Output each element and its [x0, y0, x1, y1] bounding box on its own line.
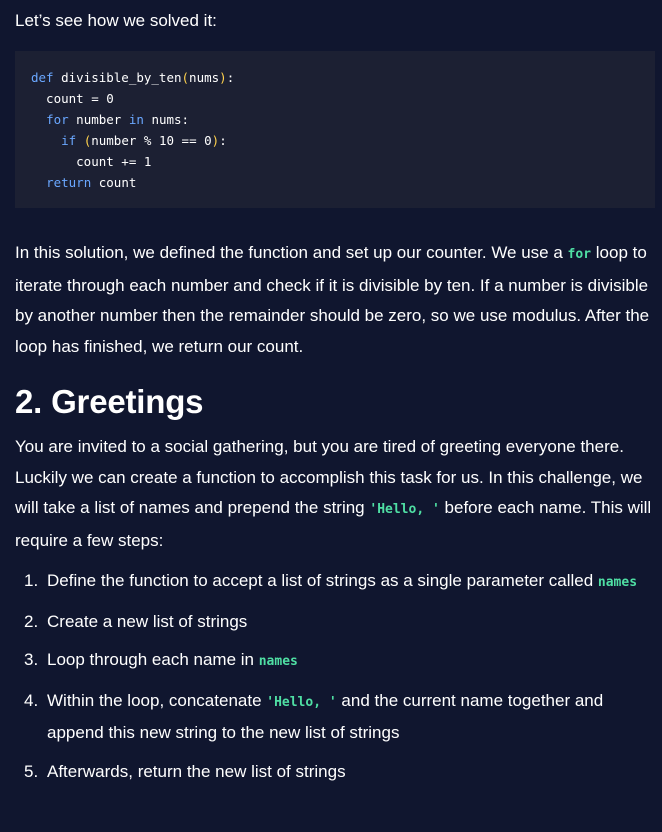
code-for-mid: number: [68, 112, 129, 127]
code-for-end: nums:: [143, 112, 190, 127]
code-line-6: return count: [31, 172, 655, 193]
code-block: def divisible_by_ten(nums): count = 0 fo…: [15, 51, 655, 208]
code-line-4: if (number % 10 == 0):: [31, 130, 655, 151]
code-keyword-def: def: [31, 70, 54, 85]
inline-code-names: names: [597, 575, 638, 590]
code-return-val: count: [91, 175, 137, 190]
code-param: nums: [189, 70, 220, 85]
steps-list: 1. Define the function to accept a list o…: [15, 566, 655, 787]
code-line-2: count = 0: [31, 91, 114, 106]
code-line-5: count += 1: [31, 154, 152, 169]
article: Let’s see how we solved it: def divisibl…: [0, 0, 662, 832]
code-keyword-return: return: [46, 175, 92, 190]
list-item: 3. Loop through each name in names: [24, 650, 298, 669]
intro-text: Let’s see how we solved it:: [15, 11, 217, 30]
code-if-cond: number % 10 == 0: [91, 133, 212, 148]
greetings-paragraph: You are invited to a social gathering, b…: [15, 437, 652, 550]
code-open-paren: (: [181, 70, 190, 85]
code-keyword-if: if: [61, 133, 77, 148]
list-item: 4. Within the loop, concatenate 'Hello, '…: [24, 690, 604, 743]
section-heading: 2. Greetings: [15, 383, 204, 420]
list-item: 5. Afterwards, return the new list of str…: [24, 761, 346, 781]
code-close-paren: ): [219, 70, 227, 85]
inline-code-hello: 'Hello, ': [369, 502, 440, 517]
inline-code-names: names: [258, 654, 298, 669]
code-if-colon: :: [219, 133, 227, 148]
inline-code-hello: 'Hello, ': [266, 694, 337, 710]
solution-paragraph: In this solution, we defined the functio…: [15, 243, 650, 356]
code-keyword-in: in: [128, 112, 144, 127]
code-colon: :: [226, 70, 235, 85]
inline-code-for: for: [567, 247, 592, 262]
list-item: 2. Create a new list of strings: [24, 611, 248, 631]
code-keyword-for: for: [46, 112, 69, 127]
code-line-3: for number in nums:: [31, 109, 655, 130]
code-line-1: def divisible_by_ten(nums):: [31, 67, 655, 88]
code-func-name: divisible_by_ten: [53, 70, 182, 85]
list-item: 1. Define the function to accept a list o…: [24, 571, 638, 590]
